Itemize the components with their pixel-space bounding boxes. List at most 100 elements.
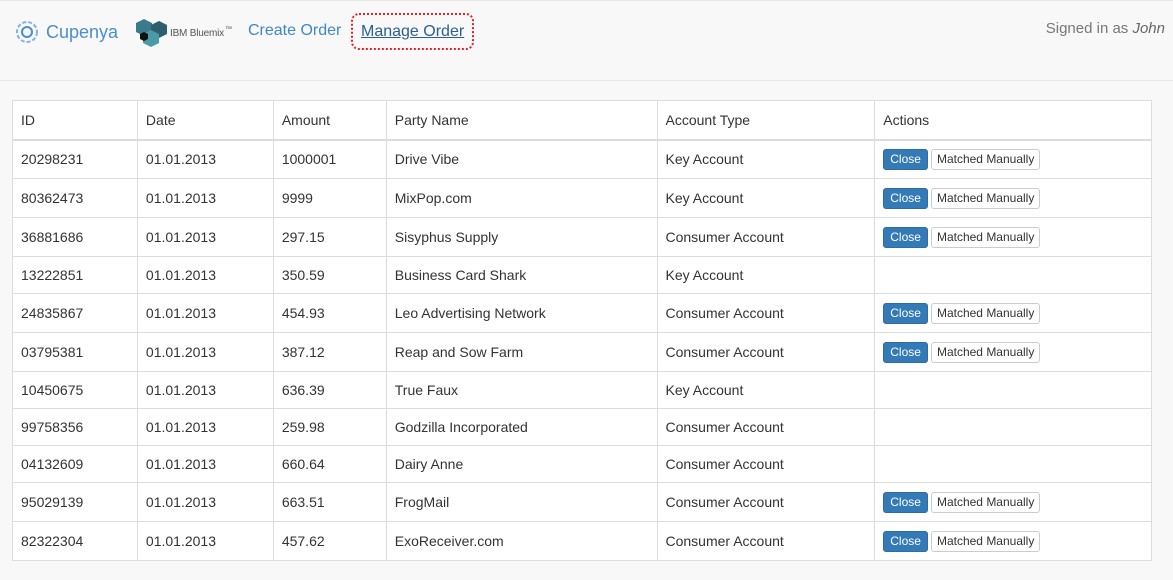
table-row: 20298231 01.01.2013 1000001 Drive Vibe Key A… xyxy=(12,139,1152,179)
cell-id: 99758356 xyxy=(12,408,138,446)
cell-date: 01.01.2013 xyxy=(136,332,274,372)
cell-amount: 9999 xyxy=(272,178,387,218)
cell-actions: Close Matched Manually xyxy=(874,178,1152,218)
close-button[interactable]: Close xyxy=(883,341,928,363)
matched-manually-button[interactable]: Matched Manually xyxy=(930,148,1041,170)
matched-manually-button[interactable]: Matched Manually xyxy=(930,187,1041,209)
cell-date: 01.01.2013 xyxy=(136,178,274,218)
cupenya-logo-icon xyxy=(16,21,38,43)
partner-name: IBM Bluemix xyxy=(170,27,224,39)
cell-date: 01.01.2013 xyxy=(136,408,274,446)
table-row: 80362473 01.01.2013 9999 MixPop.com Key Acco… xyxy=(12,178,1152,218)
cell-amount: 457.62 xyxy=(272,521,387,561)
table-row: 36881686 01.01.2013 297.15 Sisyphus Supply C… xyxy=(12,217,1152,257)
cell-actions: Close Matched Manually xyxy=(874,217,1152,257)
cell-party-name: Drive Vibe xyxy=(385,139,658,179)
cell-party-name: True Faux xyxy=(385,371,658,409)
cell-date: 01.01.2013 xyxy=(136,217,274,257)
cell-account-type: Consumer Account xyxy=(656,521,876,561)
column-header-party-name: Party Name xyxy=(385,100,658,141)
signed-in-status: Signed in as John xyxy=(1046,20,1165,37)
cell-actions: Close Matched Manually xyxy=(874,139,1152,179)
cell-party-name: FrogMail xyxy=(385,482,658,522)
column-header-date: Date xyxy=(136,100,274,141)
cell-amount: 663.51 xyxy=(272,482,387,522)
cell-amount: 636.39 xyxy=(272,371,387,409)
column-header-amount: Amount xyxy=(272,100,387,141)
table-row: 95029139 01.01.2013 663.51 FrogMail Consumer… xyxy=(12,482,1152,522)
cell-id: 80362473 xyxy=(12,178,138,218)
cell-party-name: Godzilla Incorporated xyxy=(385,408,658,446)
matched-manually-button[interactable]: Matched Manually xyxy=(930,491,1041,513)
cell-actions: Close Matched Manually xyxy=(874,482,1152,522)
cell-date: 01.01.2013 xyxy=(136,293,274,333)
cell-party-name: MixPop.com xyxy=(385,178,658,218)
cell-id: 95029139 xyxy=(12,482,138,522)
cell-id: 10450675 xyxy=(12,371,138,409)
orders-table-body: 20298231 01.01.2013 1000001 Drive Vibe Key A… xyxy=(12,139,1152,561)
cell-actions xyxy=(874,371,1152,409)
close-button[interactable]: Close xyxy=(883,187,928,209)
partner-logo: IBM Bluemix ™ xyxy=(135,17,232,49)
cell-id: 13222851 xyxy=(12,256,138,294)
cell-id: 36881686 xyxy=(12,217,138,257)
signed-in-user: John xyxy=(1132,20,1165,37)
cell-party-name: Leo Advertising Network xyxy=(385,293,658,333)
partner-trademark: ™ xyxy=(224,25,232,33)
orders-table: ID Date Amount Party Name Account Type A… xyxy=(12,100,1152,561)
cell-id: 03795381 xyxy=(12,332,138,372)
cell-amount: 350.59 xyxy=(272,256,387,294)
cell-date: 01.01.2013 xyxy=(136,256,274,294)
cell-id: 24835867 xyxy=(12,293,138,333)
cell-id: 04132609 xyxy=(12,445,138,483)
cell-party-name: Sisyphus Supply xyxy=(385,217,658,257)
cell-amount: 297.15 xyxy=(272,217,387,257)
signed-in-label: Signed in as xyxy=(1045,20,1129,37)
close-button[interactable]: Close xyxy=(883,226,928,248)
cell-date: 01.01.2013 xyxy=(136,521,274,561)
column-header-actions: Actions xyxy=(874,100,1152,141)
cell-actions xyxy=(874,445,1152,483)
cell-account-type: Consumer Account xyxy=(656,332,876,372)
cell-party-name: Reap and Sow Farm xyxy=(385,332,658,372)
cell-amount: 454.93 xyxy=(272,293,387,333)
cell-account-type: Consumer Account xyxy=(656,482,876,522)
cell-amount: 1000001 xyxy=(272,139,387,179)
close-button[interactable]: Close xyxy=(883,148,928,170)
table-row: 82322304 01.01.2013 457.62 ExoReceiver.com C… xyxy=(12,521,1152,561)
cell-account-type: Key Account xyxy=(656,256,876,294)
matched-manually-button[interactable]: Matched Manually xyxy=(930,530,1041,552)
nav-create-order[interactable]: Create Order xyxy=(248,21,341,41)
close-button[interactable]: Close xyxy=(883,530,928,552)
cell-actions: Close Matched Manually xyxy=(874,293,1152,333)
brand-name: Cupenya xyxy=(46,21,119,42)
cell-account-type: Key Account xyxy=(656,371,876,409)
close-button[interactable]: Close xyxy=(883,491,928,513)
cell-actions xyxy=(874,408,1152,446)
matched-manually-button[interactable]: Matched Manually xyxy=(930,226,1041,248)
table-header-row: ID Date Amount Party Name Account Type A… xyxy=(12,100,1152,141)
column-header-id: ID xyxy=(12,100,138,141)
cell-account-type: Consumer Account xyxy=(656,293,876,333)
cell-account-type: Consumer Account xyxy=(656,445,876,483)
table-row: 03795381 01.01.2013 387.12 Reap and Sow Far… xyxy=(12,332,1152,372)
close-button[interactable]: Close xyxy=(883,302,928,324)
matched-manually-button[interactable]: Matched Manually xyxy=(930,302,1041,324)
cell-date: 01.01.2013 xyxy=(136,139,274,179)
cell-id: 82322304 xyxy=(12,521,138,561)
ibm-bluemix-logo-icon xyxy=(136,19,167,47)
table-row: 24835867 01.01.2013 454.93 Leo Advertising … xyxy=(12,293,1152,333)
cell-actions: Close Matched Manually xyxy=(874,332,1152,372)
cell-party-name: ExoReceiver.com xyxy=(385,521,658,561)
cell-amount: 660.64 xyxy=(272,445,387,483)
cell-account-type: Consumer Account xyxy=(656,408,876,446)
brand[interactable]: Cupenya xyxy=(14,18,118,46)
cell-id: 20298231 xyxy=(12,139,138,179)
table-row: 10450675 01.01.2013 636.39 True Faux Key Acc… xyxy=(12,371,1152,409)
matched-manually-button[interactable]: Matched Manually xyxy=(930,341,1041,363)
cell-amount: 387.12 xyxy=(272,332,387,372)
nav-manage-order[interactable]: Manage Order xyxy=(351,13,475,50)
cell-actions xyxy=(874,256,1152,294)
cell-party-name: Business Card Shark xyxy=(385,256,658,294)
orders-table-container: ID Date Amount Party Name Account Type A… xyxy=(12,100,1152,561)
